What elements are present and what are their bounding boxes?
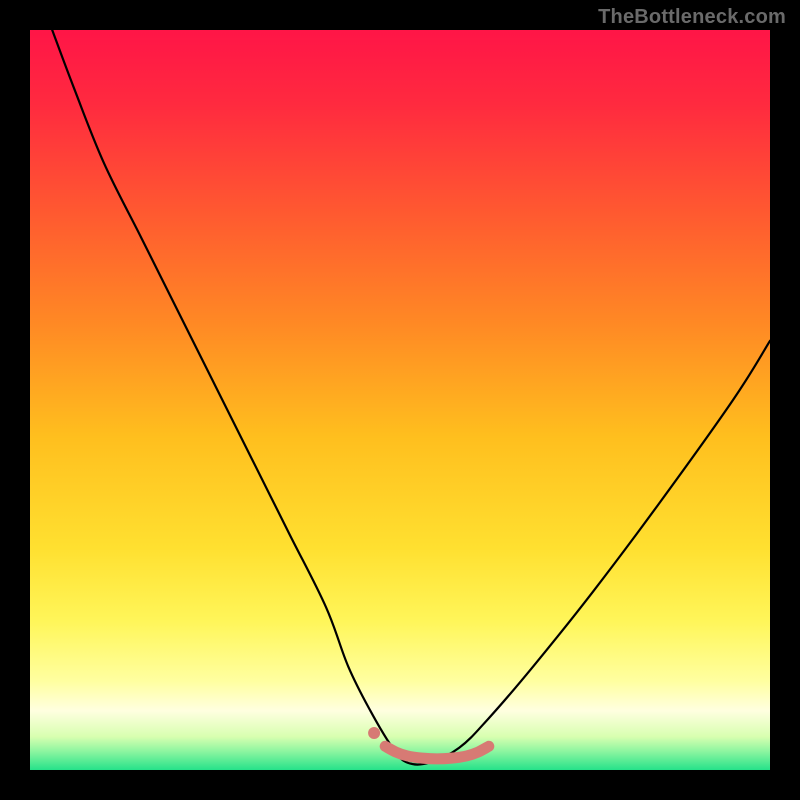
bottleneck-curve bbox=[52, 30, 770, 765]
curve-layer bbox=[30, 30, 770, 770]
flat-region-marker bbox=[385, 746, 489, 759]
plot-area bbox=[30, 30, 770, 770]
watermark: TheBottleneck.com bbox=[598, 6, 786, 29]
chart-frame: TheBottleneck.com bbox=[0, 0, 800, 800]
marker-dot bbox=[368, 727, 380, 739]
